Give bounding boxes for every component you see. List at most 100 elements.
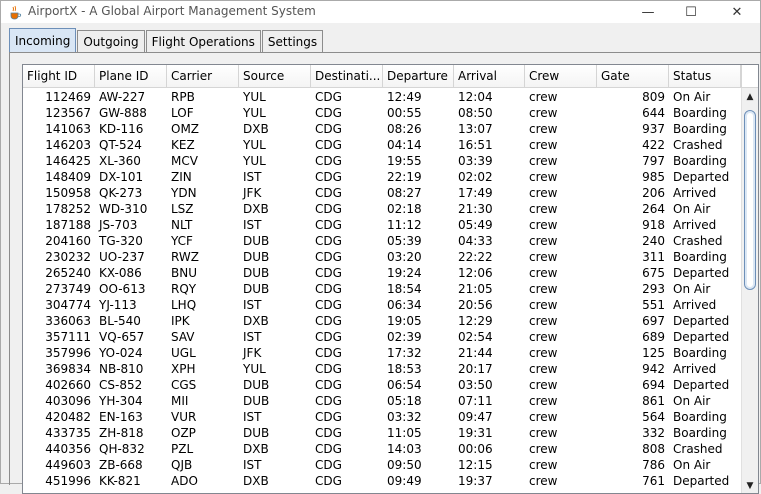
table-cell[interactable]: 21:05 [454,281,525,297]
table-cell[interactable]: 12:15 [454,457,525,473]
table-cell[interactable]: 00:55 [383,105,454,121]
table-cell[interactable]: 273749 [23,281,95,297]
table-cell[interactable]: CDG [311,217,383,233]
table-cell[interactable]: 369834 [23,361,95,377]
table-cell[interactable]: 19:24 [383,265,454,281]
column-header-crew[interactable]: Crew [525,65,597,87]
table-cell[interactable]: crew [525,169,597,185]
table-cell[interactable]: UGL [167,345,239,361]
table-row[interactable]: 273749 OO-613 RQY DUB CDG 18:54 21:05 crew 293 On… [23,281,741,297]
table-cell[interactable]: CDG [311,265,383,281]
table-row[interactable]: 357111 VQ-657 SAV IST CDG 02:39 02:54 crew 689 De… [23,329,741,345]
table-cell[interactable]: 19:37 [454,473,525,489]
table-cell[interactable]: 942 [597,361,669,377]
table-cell[interactable]: crew [525,297,597,313]
table-row[interactable]: 402660 CS-852 CGS DUB CDG 06:54 03:50 crew 694 De… [23,377,741,393]
table-cell[interactable]: JFK [239,345,311,361]
table-cell[interactable]: Crashed [669,233,741,249]
table-cell[interactable]: 12:49 [383,89,454,105]
table-cell[interactable]: crew [525,377,597,393]
table-cell[interactable]: crew [525,233,597,249]
table-cell[interactable]: YCF [167,233,239,249]
table-cell[interactable]: QT-524 [95,137,167,153]
table-cell[interactable]: crew [525,217,597,233]
table-row[interactable]: 440356 QH-832 PZL DXB CDG 14:03 00:06 crew 808 Cr… [23,441,741,457]
table-cell[interactable]: YUL [239,105,311,121]
table-cell[interactable]: 16:51 [454,137,525,153]
table-cell[interactable]: MII [167,393,239,409]
table-row[interactable]: 449603 ZB-668 QJB IST CDG 09:50 12:15 crew 786 On… [23,457,741,473]
table-cell[interactable]: 22:19 [383,169,454,185]
table-cell[interactable]: 12:04 [454,89,525,105]
table-cell[interactable]: DUB [239,377,311,393]
table-cell[interactable]: crew [525,89,597,105]
table-cell[interactable]: EN-163 [95,409,167,425]
table-row[interactable]: 369834 NB-810 XPH YUL CDG 18:53 20:17 crew 942 Ar… [23,361,741,377]
table-cell[interactable]: Arrived [669,297,741,313]
table-cell[interactable]: 19:55 [383,153,454,169]
column-header-departure[interactable]: Departure [383,65,454,87]
table-cell[interactable]: 14:03 [383,441,454,457]
table-cell[interactable]: 551 [597,297,669,313]
table-cell[interactable]: Crashed [669,137,741,153]
table-cell[interactable]: 264 [597,201,669,217]
table-cell[interactable]: XPH [167,361,239,377]
table-cell[interactable]: 17:32 [383,345,454,361]
table-cell[interactable]: 304774 [23,297,95,313]
table-row[interactable]: 451996 KK-821 ADO DXB CDG 09:49 19:37 crew 761 De… [23,473,741,489]
column-header-arrival[interactable]: Arrival [454,65,525,87]
table-cell[interactable]: crew [525,137,597,153]
table-cell[interactable]: VQ-657 [95,329,167,345]
table-cell[interactable]: 265240 [23,265,95,281]
tab-incoming[interactable]: Incoming [9,28,77,53]
table-cell[interactable]: DUB [239,233,311,249]
table-cell[interactable]: LOF [167,105,239,121]
table-cell[interactable]: crew [525,121,597,137]
table-cell[interactable]: 08:50 [454,105,525,121]
table-cell[interactable]: 06:34 [383,297,454,313]
table-cell[interactable]: CDG [311,153,383,169]
table-cell[interactable]: 02:02 [454,169,525,185]
table-cell[interactable]: 05:39 [383,233,454,249]
table-cell[interactable]: crew [525,473,597,489]
table-cell[interactable]: DXB [239,313,311,329]
table-cell[interactable]: crew [525,153,597,169]
table-cell[interactable]: YO-024 [95,345,167,361]
table-cell[interactable]: 178252 [23,201,95,217]
table-cell[interactable]: 402660 [23,377,95,393]
table-cell[interactable]: Departed [669,473,741,489]
table-cell[interactable]: 146425 [23,153,95,169]
table-cell[interactable]: Departed [669,169,741,185]
table-cell[interactable]: 797 [597,153,669,169]
table-cell[interactable]: Departed [669,313,741,329]
table-cell[interactable]: 12:06 [454,265,525,281]
table-cell[interactable]: VUR [167,409,239,425]
table-cell[interactable]: ADO [167,473,239,489]
table-cell[interactable]: UO-237 [95,249,167,265]
table-row[interactable]: 146425 XL-360 MCV YUL CDG 19:55 03:39 crew 797 Bo… [23,153,741,169]
table-cell[interactable]: 20:17 [454,361,525,377]
table-cell[interactable]: Boarding [669,409,741,425]
table-row[interactable]: 357996 YO-024 UGL JFK CDG 17:32 21:44 crew 125 Bo… [23,345,741,361]
table-cell[interactable]: SAV [167,329,239,345]
table-cell[interactable]: BL-540 [95,313,167,329]
table-cell[interactable]: 07:11 [454,393,525,409]
table-cell[interactable]: Arrived [669,185,741,201]
table-cell[interactable]: 937 [597,121,669,137]
table-cell[interactable]: On Air [669,393,741,409]
table-cell[interactable]: On Air [669,457,741,473]
table-cell[interactable]: CDG [311,409,383,425]
table-cell[interactable]: OMZ [167,121,239,137]
table-cell[interactable]: Departed [669,377,741,393]
table-cell[interactable]: 123567 [23,105,95,121]
table-cell[interactable]: 18:53 [383,361,454,377]
table-cell[interactable]: 141063 [23,121,95,137]
table-cell[interactable]: 449603 [23,457,95,473]
table-cell[interactable]: QH-832 [95,441,167,457]
table-cell[interactable]: KX-086 [95,265,167,281]
table-cell[interactable]: CS-852 [95,377,167,393]
table-row[interactable]: 112469 AW-227 RPB YUL CDG 12:49 12:04 crew 809 On… [23,89,741,105]
table-cell[interactable]: 761 [597,473,669,489]
table-cell[interactable]: crew [525,425,597,441]
table-cell[interactable]: 357111 [23,329,95,345]
